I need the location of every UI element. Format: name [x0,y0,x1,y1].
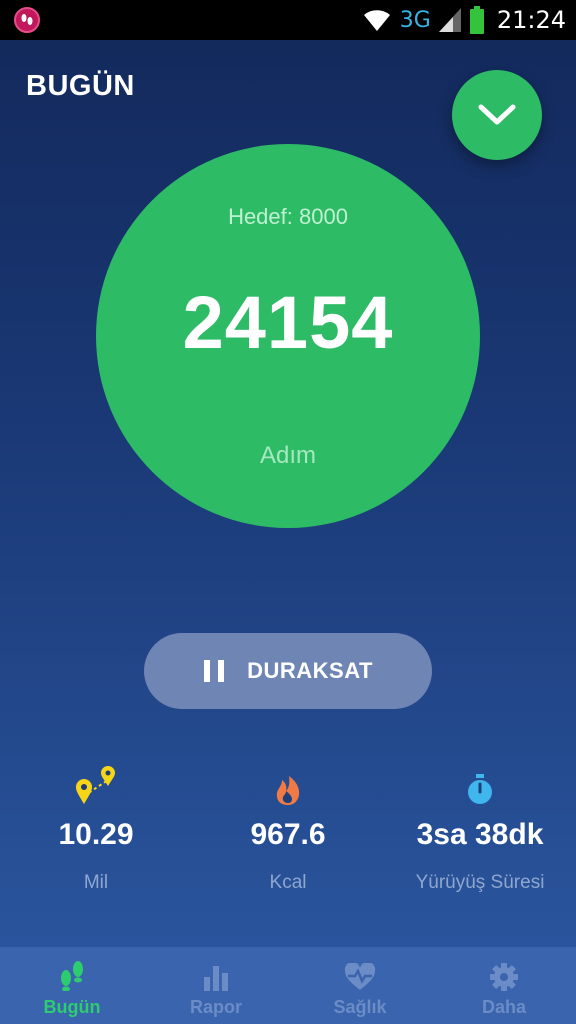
tab-health[interactable]: Sağlık [288,947,432,1024]
tab-report-label: Rapor [189,997,242,1017]
page-title: BUGÜN [26,70,135,102]
stat-distance: 10.29 Mil [0,760,192,894]
stat-distance-value: 10.29 [58,818,134,851]
battery-icon [469,6,484,34]
bottom-tab-bar: Bugün Rapor Sağlık Daha [0,947,576,1024]
flame-icon [276,776,300,805]
tab-today[interactable]: Bugün [0,947,144,1024]
tab-health-label: Sağlık [333,997,387,1017]
tab-today-label: Bugün [43,997,101,1017]
tab-more-label: Daha [481,997,526,1017]
map-pins-icon [76,766,115,804]
pause-icon [204,660,225,682]
pause-button-label: DURAKSAT [247,658,373,683]
chevron-down-icon [478,104,516,125]
expand-button[interactable] [452,70,542,160]
step-goal: Hedef: 8000 [228,204,348,229]
bar-chart-icon [204,966,228,991]
stat-duration-label: Yürüyüş Süresi [415,872,545,893]
stat-duration-value: 3sa 38dk [416,818,544,851]
footprints-icon [61,961,83,991]
step-counter-circle: Hedef: 8000 24154 Adım [96,144,480,528]
network-type: 3G [399,7,431,33]
stat-distance-label: Mil [83,872,109,893]
stats-row: 10.29 Mil 967.6 Kcal 3sa 38dk Yürüyüş Sü… [0,760,576,910]
gear-icon [490,963,518,991]
app-notification-icon [14,7,40,33]
wifi-icon [363,10,390,32]
stat-duration: 3sa 38dk Yürüyüş Süresi [384,760,576,894]
heart-pulse-icon [344,963,376,990]
status-bar: 3G 21:24 [0,0,576,40]
signal-icon [438,8,461,32]
pause-button[interactable]: DURAKSAT [144,633,432,709]
stat-calories-value: 967.6 [250,818,326,851]
step-count: 24154 [182,281,394,364]
tab-more[interactable]: Daha [432,947,576,1024]
stat-calories-label: Kcal [269,872,307,893]
tab-report[interactable]: Rapor [144,947,288,1024]
stopwatch-icon [468,774,492,804]
clock: 21:24 [496,6,566,34]
step-unit: Adım [259,442,316,469]
stat-calories: 967.6 Kcal [192,760,384,894]
